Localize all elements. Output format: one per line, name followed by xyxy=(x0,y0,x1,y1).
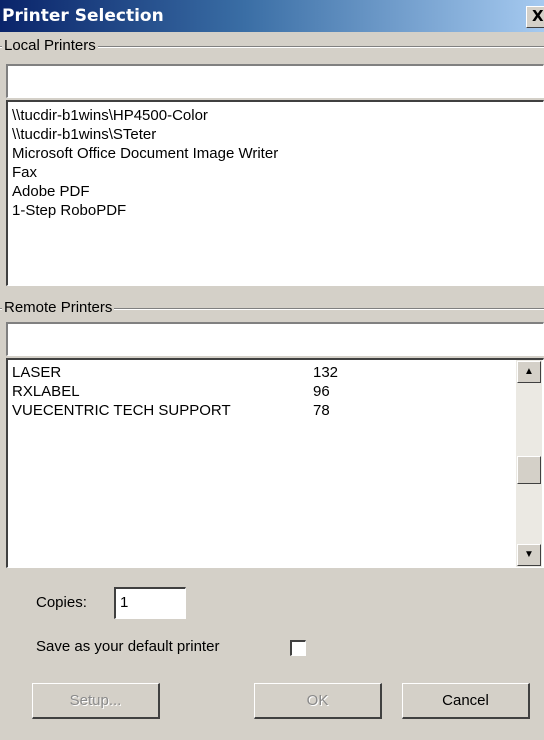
scroll-down-button[interactable]: ▼ xyxy=(517,544,541,566)
arrow-up-icon: ▲ xyxy=(524,366,534,377)
printer-count: 132 xyxy=(313,364,339,381)
local-printers-label: Local Printers xyxy=(2,37,98,54)
scroll-thumb[interactable] xyxy=(517,456,541,484)
local-printer-list[interactable]: \\tucdir-b1wins\HP4500-Color \\tucdir-b1w… xyxy=(6,100,544,286)
list-item[interactable]: LASER 132 xyxy=(8,363,543,382)
remote-list-scrollbar[interactable]: ▲ ▼ xyxy=(516,360,542,567)
default-printer-label: Save as your default printer xyxy=(36,638,220,655)
remote-filter-input[interactable] xyxy=(6,322,544,356)
cancel-button[interactable]: Cancel xyxy=(402,683,530,719)
printer-count: 78 xyxy=(313,402,330,419)
window-title: Printer Selection xyxy=(2,6,164,26)
list-item[interactable]: \\tucdir-b1wins\STeter xyxy=(8,125,543,144)
printer-count: 96 xyxy=(313,383,330,400)
remote-printer-list[interactable]: LASER 132 RXLABEL 96 VUECENTRIC TECH SUPPORT… xyxy=(6,358,544,568)
remote-printers-label: Remote Printers xyxy=(2,299,115,316)
ok-button[interactable]: OK xyxy=(254,683,382,719)
printer-name: RXLABEL xyxy=(12,383,80,400)
setup-button[interactable]: Setup... xyxy=(32,683,160,719)
copies-input[interactable]: 1 xyxy=(114,587,186,619)
close-icon: X xyxy=(532,7,544,25)
list-item[interactable]: Fax xyxy=(8,163,543,182)
list-item[interactable]: 1-Step RoboPDF xyxy=(8,201,543,220)
default-printer-checkbox[interactable] xyxy=(290,640,306,656)
close-button[interactable]: X xyxy=(526,6,544,28)
list-item[interactable]: Microsoft Office Document Image Writer xyxy=(8,144,543,163)
list-item[interactable]: \\tucdir-b1wins\HP4500-Color xyxy=(8,106,543,125)
list-item[interactable]: VUECENTRIC TECH SUPPORT 78 xyxy=(8,401,543,420)
list-item[interactable]: Adobe PDF xyxy=(8,182,543,201)
printer-name: LASER xyxy=(12,364,62,381)
arrow-down-icon: ▼ xyxy=(524,549,534,560)
title-bar: Printer Selection X xyxy=(0,0,544,32)
printer-name: VUECENTRIC TECH SUPPORT xyxy=(12,402,231,419)
copies-label: Copies: xyxy=(36,594,87,611)
scroll-up-button[interactable]: ▲ xyxy=(517,361,541,383)
list-item[interactable]: RXLABEL 96 xyxy=(8,382,543,401)
local-filter-input[interactable] xyxy=(6,64,544,98)
